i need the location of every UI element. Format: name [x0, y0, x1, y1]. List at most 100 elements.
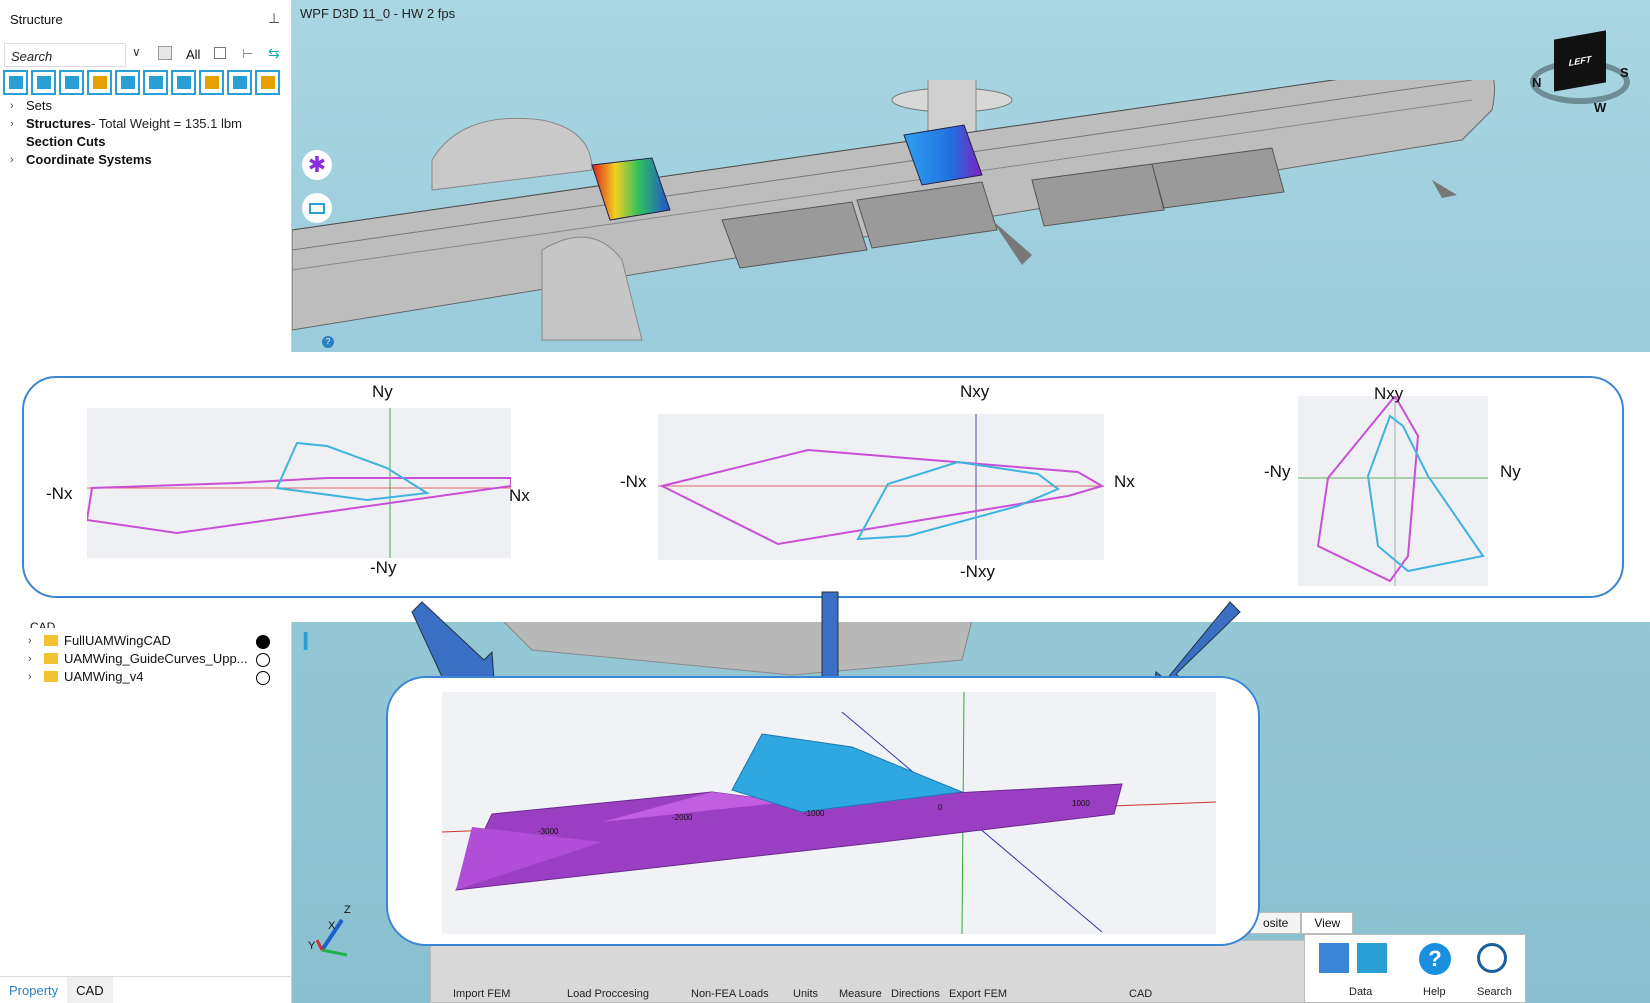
compass-w: W [1594, 100, 1607, 115]
nx-nxy-plot [658, 414, 1104, 560]
canopy [431, 117, 593, 191]
export-fem-button[interactable]: Export FEM [949, 988, 1007, 1000]
solid-tool-button[interactable] [31, 70, 56, 95]
hierarchy-icon[interactable]: ⊢ [242, 46, 253, 62]
plot2-bottom-label: -Nxy [960, 562, 995, 581]
envelope-cyan [1366, 414, 1485, 573]
search-icon[interactable] [1477, 943, 1507, 973]
total-weight-text: - Total Weight = 135.1 lbm [91, 116, 242, 131]
ibeam-tool-button[interactable] [143, 70, 168, 95]
box-icon [176, 76, 191, 89]
wing-model [292, 80, 1495, 341]
tick-label: -1000 [804, 809, 825, 818]
chevron-down-icon[interactable]: ∨ [132, 45, 141, 59]
plate-tool-button[interactable] [59, 70, 84, 95]
tab-cad[interactable]: CAD [67, 977, 113, 1003]
envelope-magenta [87, 477, 511, 535]
tick-label: -3000 [538, 827, 559, 836]
frame-button[interactable] [302, 193, 332, 223]
envelope-magenta [1316, 396, 1420, 583]
tree-item-structures[interactable]: › Structures - Total Weight = 135.1 lbm [10, 116, 242, 131]
plot2-right-label: Nx [1114, 472, 1135, 491]
units-button[interactable]: Units [793, 988, 818, 1000]
3d-envelope-plot: -3000 -2000 -1000 0 1000 [442, 692, 1216, 934]
tree-item-label: Structures [26, 116, 92, 131]
tree-item-label: Section Cuts [26, 134, 106, 149]
shell-icon [120, 76, 135, 89]
panel-title: Structure [10, 12, 63, 27]
plot1-bottom-label: -Ny [370, 558, 397, 577]
frame-icon [309, 202, 325, 214]
compass-n: N [1532, 75, 1542, 90]
plate-icon [64, 76, 79, 89]
beam-tool-button[interactable] [87, 70, 112, 95]
pin-icon[interactable]: ⊥ [268, 10, 280, 27]
viewport-title: WPF D3D 11_0 - HW 2 fps [300, 6, 456, 21]
beam-icon [92, 76, 107, 89]
axes-triad: Z X Y [302, 900, 362, 963]
ny-nxy-plot [1298, 396, 1488, 586]
tab-view[interactable]: View [1301, 912, 1354, 934]
settings-tool-button[interactable] [255, 70, 280, 95]
sync-icon[interactable]: ⇆ [268, 45, 280, 62]
data-grid-icon[interactable] [1319, 943, 1349, 973]
eye-tool-button[interactable] [227, 70, 252, 95]
plot1-right-label: Nx [509, 486, 530, 505]
box-tool-button[interactable] [171, 70, 196, 95]
help-button-label[interactable]: Help [1423, 986, 1446, 998]
view-cube[interactable]: LEFT [1554, 30, 1606, 92]
chevron-right-icon[interactable]: › [10, 100, 26, 112]
plot3-top-label: Nxy [1374, 384, 1404, 403]
axis-y-label: Y [308, 940, 316, 952]
tool-row [3, 70, 280, 100]
axis-x-label: X [328, 920, 336, 932]
plot3-right-label: Ny [1500, 462, 1521, 481]
tab-property[interactable]: Property [0, 977, 68, 1003]
copy-icon[interactable] [214, 47, 226, 59]
asterisk-button[interactable]: ✱ [302, 150, 332, 180]
non-fea-loads-button[interactable]: Non-FEA Loads [691, 988, 769, 1000]
chevron-right-icon[interactable]: › [10, 154, 26, 166]
search-input[interactable]: Search [4, 43, 126, 67]
nx-ny-plot [87, 408, 511, 558]
help-icon[interactable]: ? [1419, 943, 1451, 975]
data-button-label[interactable]: Data [1349, 986, 1372, 998]
ribbon-toolbar: Import FEM Load Proccesing Non-FEA Loads… [430, 940, 1314, 1003]
all-filter-label[interactable]: All [186, 47, 200, 62]
eye-icon [232, 76, 247, 89]
plot2-top-label: Nxy [960, 382, 990, 401]
compass-s: S [1620, 65, 1629, 80]
chevron-right-icon[interactable]: › [10, 118, 26, 130]
load-processing-button[interactable]: Load Proccesing [567, 988, 649, 1000]
help-icon[interactable]: ? [322, 336, 334, 348]
cad-group-button[interactable]: CAD [1129, 988, 1152, 1000]
plot1-top-label: Ny [372, 382, 393, 401]
node-tool-button[interactable] [3, 70, 28, 95]
ibeam-icon [148, 76, 163, 89]
ribbon-tabs: osite View [1250, 912, 1354, 934]
tree-item-sets[interactable]: › Sets [10, 98, 52, 113]
layers-tool-button[interactable] [199, 70, 224, 95]
solid-icon [36, 76, 51, 89]
node-icon [8, 76, 23, 89]
envelope-cyan [275, 441, 430, 502]
plot1-left-label: -Nx [46, 484, 73, 503]
panel-tabs: Property CAD [0, 976, 292, 1003]
search-button-label[interactable]: Search [1477, 986, 1512, 998]
data-edit-icon[interactable] [1357, 943, 1387, 973]
settings-icon [260, 76, 275, 89]
measure-button[interactable]: Measure [839, 988, 882, 1000]
shell-tool-button[interactable] [115, 70, 140, 95]
plot3-left-label: -Ny [1264, 462, 1291, 481]
layers-icon [204, 76, 219, 89]
directions-button[interactable]: Directions [891, 988, 940, 1000]
tree-item-coordinate-systems[interactable]: › Coordinate Systems [10, 152, 152, 167]
tree-item-section-cuts[interactable]: Section Cuts [10, 134, 105, 149]
axis-z-label: Z [344, 904, 351, 916]
envelope-cyan [856, 460, 1060, 541]
cube-filter-icon[interactable] [158, 46, 172, 60]
tree-item-label: Sets [26, 98, 53, 113]
import-fem-button[interactable]: Import FEM [453, 988, 510, 1000]
tick-label: 1000 [1072, 799, 1090, 808]
tick-label: -2000 [672, 813, 693, 822]
